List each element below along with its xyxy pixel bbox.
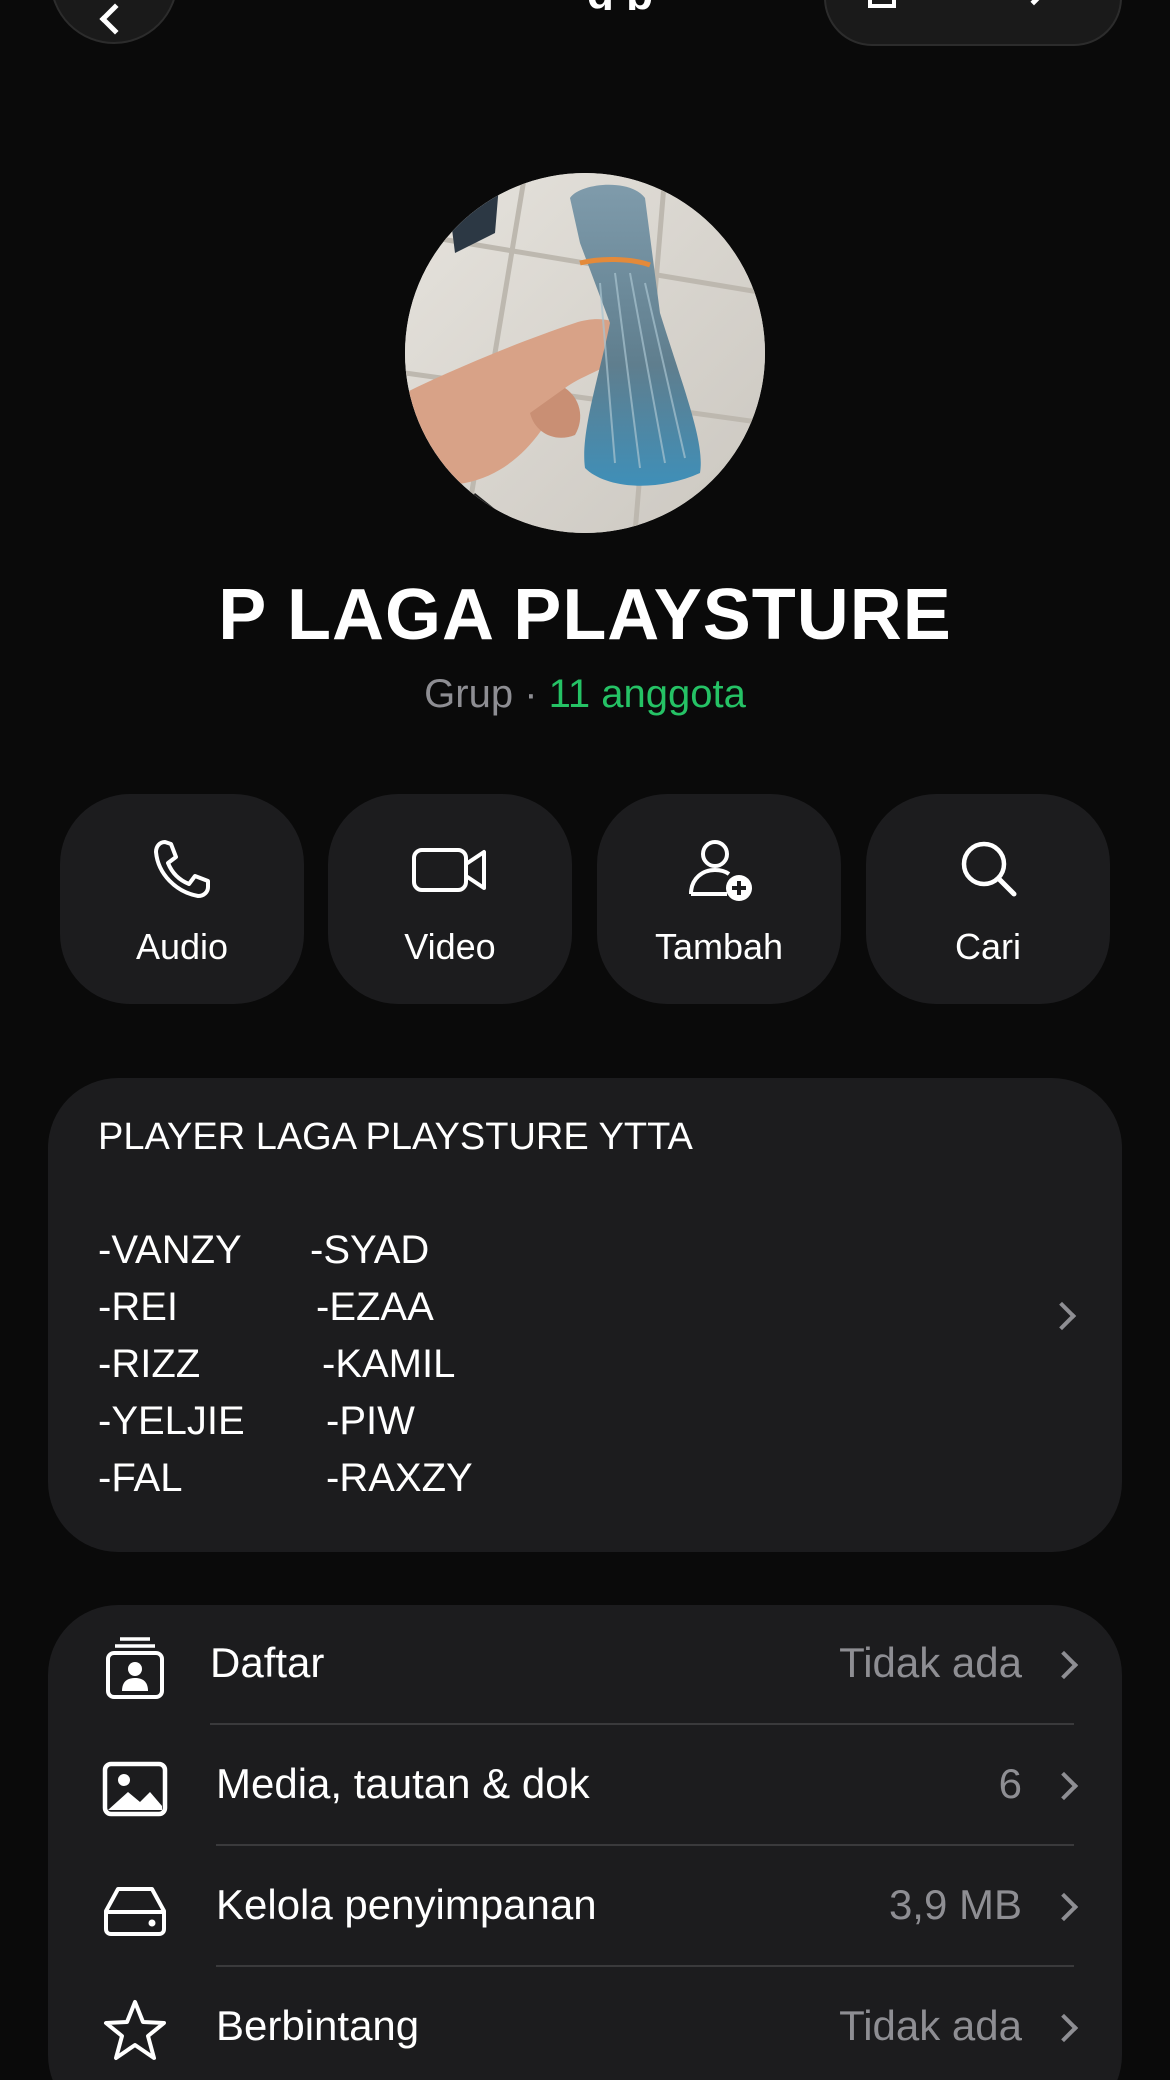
- list-item-value: 6: [998, 1760, 1022, 1807]
- audio-call-button[interactable]: Audio: [60, 794, 304, 1004]
- chevron-right-icon: [1049, 2013, 1079, 2043]
- chevron-left-icon: [99, 3, 131, 35]
- list-item-value: Tidak ada: [839, 1639, 1022, 1686]
- list-item-label: Berbintang: [216, 2002, 420, 2049]
- back-button[interactable]: [50, 0, 178, 44]
- player-left: -RIZZ: [98, 1342, 201, 1386]
- add-person-icon: [689, 840, 752, 901]
- members-count-link[interactable]: 11 anggota: [549, 672, 746, 716]
- group-info-screen: g p: [0, 0, 1170, 2080]
- divider: [216, 1844, 1074, 1846]
- group-name: P LAGA PLAYSTURE: [218, 575, 952, 655]
- search-label: Cari: [954, 926, 1021, 967]
- player-left: -YELJIE: [98, 1399, 245, 1443]
- top-title: g p: [510, 0, 730, 10]
- list-item-value: 3,9 MB: [888, 1881, 1022, 1928]
- player-right: -KAMIL: [322, 1342, 456, 1386]
- group-avatar[interactable]: [405, 173, 765, 533]
- description-title: PLAYER LAGA PLAYSTURE YTTA: [98, 1116, 693, 1158]
- meta-separator: ·: [513, 672, 549, 716]
- add-member-button[interactable]: Tambah: [597, 794, 841, 1004]
- image-icon: [102, 1761, 168, 1817]
- player-right: -SYAD: [310, 1228, 430, 1272]
- player-right: -EZAA: [316, 1285, 434, 1329]
- player-right: -PIW: [326, 1399, 415, 1443]
- group-settings-list: Daftar Tidak ada Media, tautan & dok 6 K…: [48, 1605, 1122, 2080]
- chevron-right-icon: [1049, 1771, 1079, 1801]
- chevron-right-icon: [1049, 1892, 1079, 1922]
- group-description-card[interactable]: PLAYER LAGA PLAYSTURE YTTA -VANZY -SYAD …: [48, 1078, 1122, 1552]
- chevron-right-icon: [1047, 1301, 1077, 1331]
- quick-actions: Audio Video Tambah Cari: [60, 794, 1110, 1004]
- player-left: -VANZY: [98, 1228, 242, 1272]
- group-type-label: Grup: [424, 672, 514, 716]
- list-item-storage[interactable]: Kelola penyimpanan 3,9 MB: [48, 1847, 1122, 1968]
- audio-call-label: Audio: [135, 926, 229, 967]
- video-call-button[interactable]: Video: [328, 794, 572, 1004]
- edit-icon: [868, 0, 896, 8]
- add-member-label: Tambah: [654, 926, 784, 967]
- list-item-label: Media, tautan & dok: [216, 1760, 590, 1807]
- list-item-label: Kelola penyimpanan: [216, 1881, 597, 1928]
- edit-button[interactable]: [824, 0, 1122, 46]
- chevron-right-icon: [1022, 0, 1046, 6]
- video-camera-icon: [412, 848, 486, 892]
- list-item-starred[interactable]: Berbintang Tidak ada: [48, 1968, 1122, 2080]
- search-icon: [961, 841, 1017, 897]
- video-call-label: Video: [404, 926, 496, 967]
- group-subtitle: Grup · 11 anggota: [0, 672, 1170, 717]
- storage-icon: [104, 1887, 166, 1936]
- player-right: -RAXZY: [326, 1456, 473, 1500]
- phone-icon: [154, 840, 210, 898]
- chevron-right-icon: [1049, 1650, 1079, 1680]
- divider: [210, 1723, 1074, 1725]
- contact-list-icon: [106, 1637, 164, 1699]
- search-button[interactable]: Cari: [866, 794, 1110, 1004]
- divider: [216, 1965, 1074, 1967]
- list-item-label: Daftar: [210, 1639, 325, 1686]
- list-item-media[interactable]: Media, tautan & dok 6: [48, 1726, 1122, 1847]
- group-photo: [405, 173, 765, 533]
- list-item-daftar[interactable]: Daftar Tidak ada: [48, 1605, 1122, 1726]
- player-left: -FAL: [98, 1456, 183, 1500]
- player-left: -REI: [98, 1285, 178, 1329]
- list-item-value: Tidak ada: [839, 2002, 1022, 2049]
- star-icon: [104, 2000, 166, 2060]
